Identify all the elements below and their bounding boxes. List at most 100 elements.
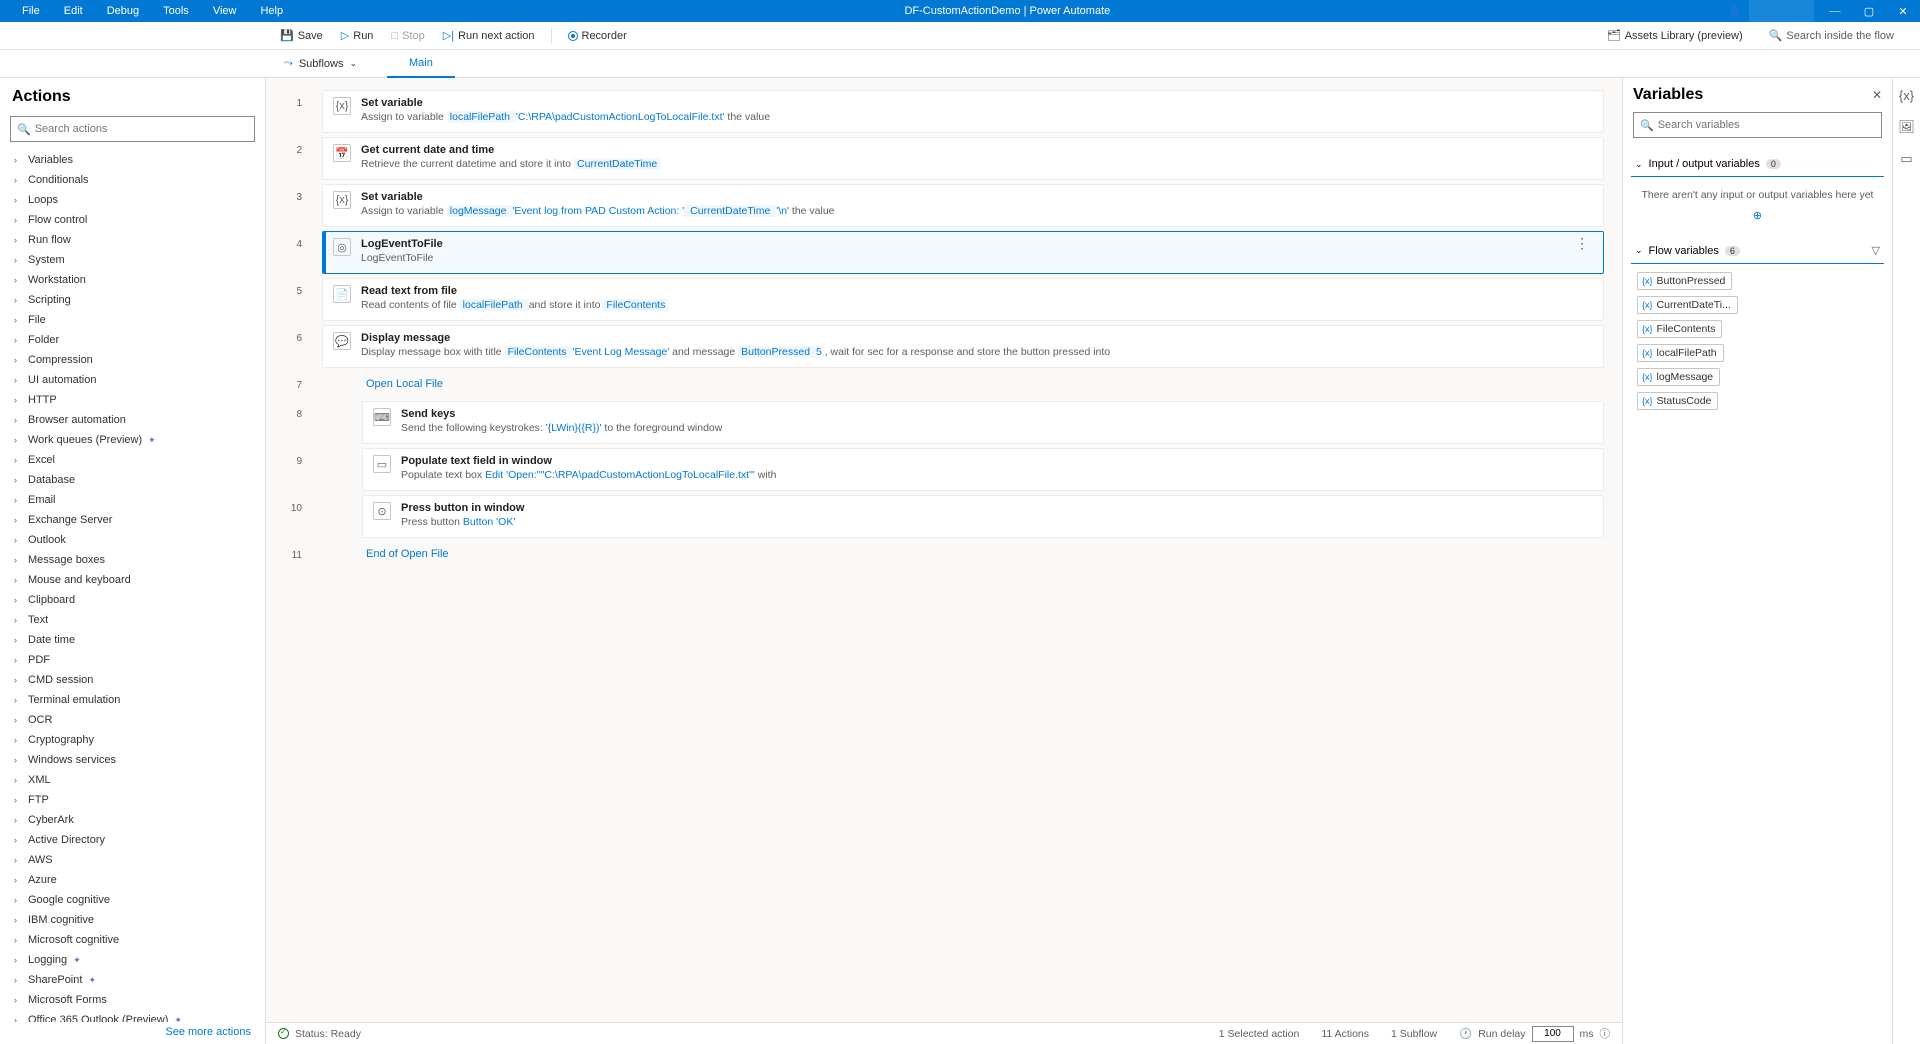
filter-icon[interactable]: ▽ <box>1872 244 1880 257</box>
action-category[interactable]: ›Compression <box>6 350 259 370</box>
close-button[interactable]: ✕ <box>1886 5 1920 18</box>
run-button[interactable]: ▷ Run <box>335 27 380 44</box>
action-category[interactable]: ›Terminal emulation <box>6 690 259 710</box>
menu-tools[interactable]: Tools <box>151 5 201 17</box>
account-badge[interactable] <box>1749 0 1814 22</box>
add-io-variable-button[interactable]: ⊕ <box>1631 205 1884 230</box>
action-category[interactable]: ›Excel <box>6 450 259 470</box>
flow-variables-section[interactable]: ⌄ Flow variables 6 ▽ <box>1631 238 1884 264</box>
action-category[interactable]: ›Logging✦ <box>6 950 259 970</box>
see-more-actions-link[interactable]: See more actions <box>165 1026 251 1038</box>
step-description: Press button Button 'OK' <box>401 515 1593 530</box>
flow-step[interactable]: {x}Set variableAssign to variable logMes… <box>322 184 1604 227</box>
save-button[interactable]: 💾 Save <box>274 27 329 44</box>
region-marker[interactable]: Open Local File <box>322 372 1604 397</box>
flow-search[interactable]: 🔍 Search inside the flow <box>1763 27 1900 44</box>
flow-step[interactable]: ◎LogEventToFileLogEventToFile⋮ <box>322 231 1604 274</box>
action-category[interactable]: ›Browser automation <box>6 410 259 430</box>
close-variables-button[interactable]: ✕ <box>1872 88 1882 102</box>
action-category[interactable]: ›Azure <box>6 870 259 890</box>
actions-search[interactable]: 🔍 <box>10 116 255 142</box>
action-category[interactable]: ›Email <box>6 490 259 510</box>
action-category[interactable]: ›SharePoint✦ <box>6 970 259 990</box>
action-category[interactable]: ›Variables <box>6 150 259 170</box>
action-category[interactable]: ›Database <box>6 470 259 490</box>
subflows-dropdown[interactable]: ⤳ Subflows ⌄ <box>274 57 367 70</box>
action-category[interactable]: ›Microsoft cognitive <box>6 930 259 950</box>
step-more-button[interactable]: ⋮ <box>1571 238 1593 248</box>
action-category[interactable]: ›Conditionals <box>6 170 259 190</box>
action-category[interactable]: ›Windows services <box>6 750 259 770</box>
action-category[interactable]: ›Office 365 Outlook (Preview)✦ <box>6 1010 259 1022</box>
action-category[interactable]: ›File <box>6 310 259 330</box>
flow-step[interactable]: {x}Set variableAssign to variable localF… <box>322 90 1604 133</box>
menu-file[interactable]: File <box>10 5 52 17</box>
action-category[interactable]: ›Workstation <box>6 270 259 290</box>
tab-main[interactable]: Main <box>387 50 455 78</box>
variable-chip[interactable]: {x}logMessage <box>1637 368 1720 386</box>
variable-chip[interactable]: {x}FileContents <box>1637 320 1722 338</box>
variables-search-input[interactable] <box>1658 119 1875 131</box>
action-category[interactable]: ›Cryptography <box>6 730 259 750</box>
action-category[interactable]: ›Message boxes <box>6 550 259 570</box>
account-icon[interactable]: 👤 <box>1720 5 1750 18</box>
ui-elements-rail-icon[interactable]: ▭ <box>1900 151 1912 167</box>
action-category[interactable]: ›FTP <box>6 790 259 810</box>
flow-step[interactable]: 📅Get current date and timeRetrieve the c… <box>322 137 1604 180</box>
stop-button[interactable]: □ Stop <box>385 28 430 44</box>
variable-chip[interactable]: {x}ButtonPressed <box>1637 272 1732 290</box>
io-variables-section[interactable]: ⌄ Input / output variables 0 <box>1631 152 1884 177</box>
variables-search[interactable]: 🔍 <box>1633 112 1882 138</box>
action-category[interactable]: ›Google cognitive <box>6 890 259 910</box>
flow-canvas[interactable]: 1{x}Set variableAssign to variable local… <box>266 78 1622 1044</box>
menu-edit[interactable]: Edit <box>52 5 95 17</box>
menu-help[interactable]: Help <box>248 5 295 17</box>
maximize-button[interactable]: ▢ <box>1852 5 1886 18</box>
action-category[interactable]: ›HTTP <box>6 390 259 410</box>
variables-rail-icon[interactable]: {x} <box>1899 88 1914 103</box>
flow-step[interactable]: ⊙Press button in windowPress button Butt… <box>362 495 1604 538</box>
action-category[interactable]: ›CMD session <box>6 670 259 690</box>
action-category[interactable]: ›Clipboard <box>6 590 259 610</box>
run-delay-input[interactable] <box>1532 1026 1574 1042</box>
action-category[interactable]: ›Flow control <box>6 210 259 230</box>
action-category[interactable]: ›Loops <box>6 190 259 210</box>
action-category[interactable]: ›CyberArk <box>6 810 259 830</box>
flow-step[interactable]: 💬Display messageDisplay message box with… <box>322 325 1604 368</box>
menu-debug[interactable]: Debug <box>95 5 151 17</box>
actions-tree[interactable]: ›Variables›Conditionals›Loops›Flow contr… <box>0 150 265 1022</box>
flow-step[interactable]: ▭Populate text field in windowPopulate t… <box>362 448 1604 491</box>
recorder-button[interactable]: Recorder <box>562 28 633 44</box>
action-category[interactable]: ›XML <box>6 770 259 790</box>
region-marker[interactable]: End of Open File <box>322 542 1604 567</box>
action-category[interactable]: ›UI automation <box>6 370 259 390</box>
action-category[interactable]: ›Microsoft Forms <box>6 990 259 1010</box>
action-category[interactable]: ›Text <box>6 610 259 630</box>
action-category[interactable]: ›PDF <box>6 650 259 670</box>
flow-step[interactable]: 📄Read text from fileRead contents of fil… <box>322 278 1604 321</box>
images-rail-icon[interactable]: 🖼 <box>1898 119 1915 135</box>
variable-chip[interactable]: {x}StatusCode <box>1637 392 1718 410</box>
action-category[interactable]: ›Scripting <box>6 290 259 310</box>
variable-chip[interactable]: {x}CurrentDateTi... <box>1637 296 1738 314</box>
minimize-button[interactable]: — <box>1818 5 1852 18</box>
action-category[interactable]: ›System <box>6 250 259 270</box>
assets-library-button[interactable]: 🗂 Assets Library (preview) <box>1601 27 1749 44</box>
action-category[interactable]: ›Date time <box>6 630 259 650</box>
action-category[interactable]: ›Folder <box>6 330 259 350</box>
action-category[interactable]: ›Run flow <box>6 230 259 250</box>
action-category[interactable]: ›Work queues (Preview)✦ <box>6 430 259 450</box>
action-category[interactable]: ›Outlook <box>6 530 259 550</box>
menu-view[interactable]: View <box>201 5 249 17</box>
variable-chip[interactable]: {x}localFilePath <box>1637 344 1724 362</box>
action-category[interactable]: ›AWS <box>6 850 259 870</box>
action-category[interactable]: ›IBM cognitive <box>6 910 259 930</box>
action-category[interactable]: ›Mouse and keyboard <box>6 570 259 590</box>
action-category[interactable]: ›OCR <box>6 710 259 730</box>
flow-step[interactable]: ⌨Send keysSend the following keystrokes:… <box>362 401 1604 444</box>
info-icon[interactable]: ⓘ <box>1600 1026 1611 1041</box>
action-category[interactable]: ›Exchange Server <box>6 510 259 530</box>
action-category[interactable]: ›Active Directory <box>6 830 259 850</box>
actions-search-input[interactable] <box>35 123 248 135</box>
run-next-button[interactable]: ▷| Run next action <box>437 27 541 44</box>
